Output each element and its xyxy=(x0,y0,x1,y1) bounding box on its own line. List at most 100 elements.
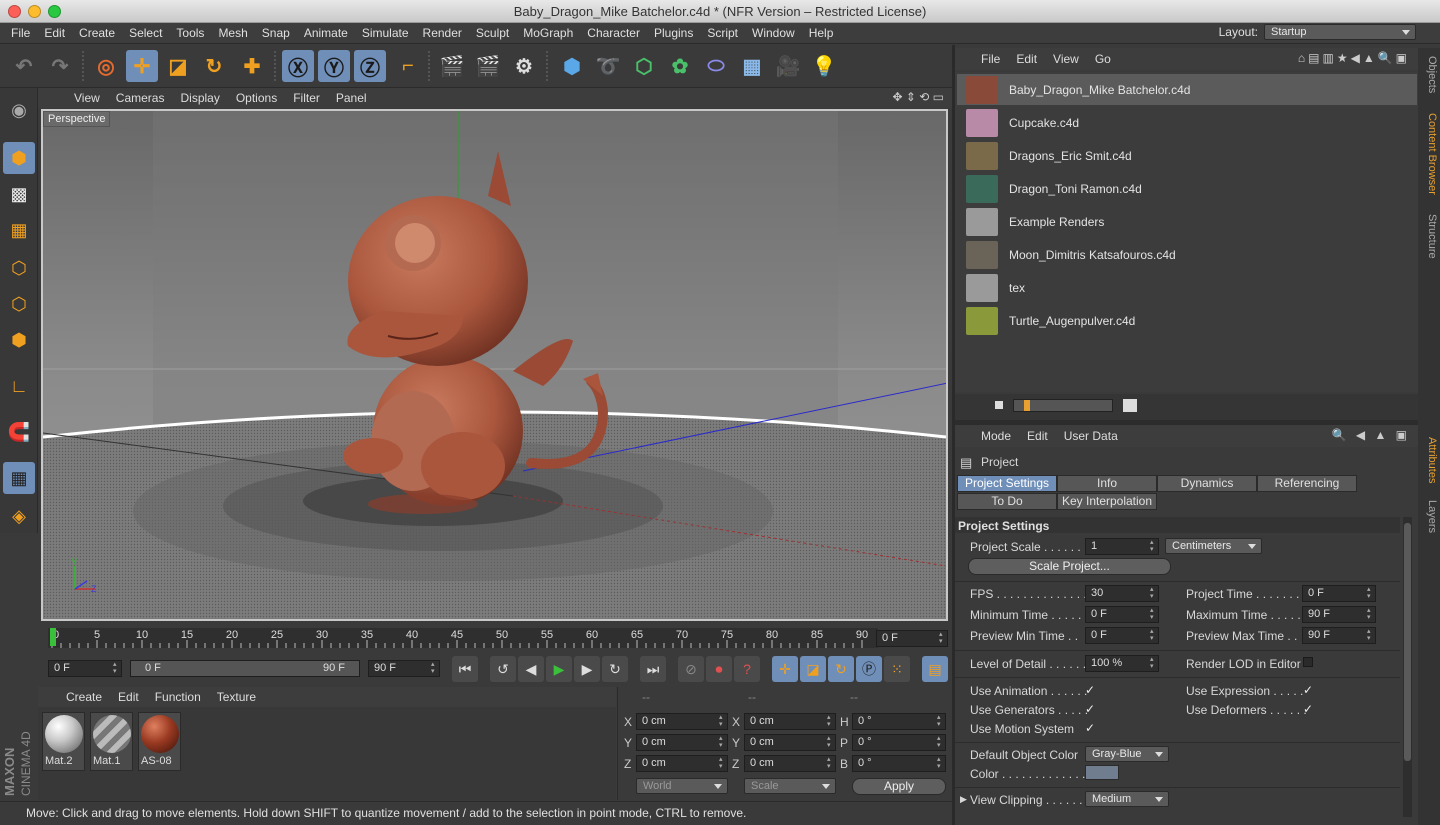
menu-script[interactable]: Script xyxy=(700,23,745,44)
playhead[interactable] xyxy=(50,628,56,646)
coordinate-system-dropdown[interactable]: World xyxy=(636,778,728,794)
attributes-scrollbar[interactable] xyxy=(1403,517,1412,817)
recent-tool-icon[interactable]: ✚ xyxy=(236,50,268,82)
tab-layers[interactable]: Layers xyxy=(1420,496,1438,536)
menu-mograph[interactable]: MoGraph xyxy=(516,23,580,44)
list-item[interactable]: tex xyxy=(957,272,1417,303)
viewport-menu-cameras[interactable]: Cameras xyxy=(108,91,173,105)
edges-mode-icon[interactable]: ⬡ xyxy=(3,288,35,320)
list-item[interactable]: Moon_Dimitris Katsafouros.c4d xyxy=(957,239,1417,270)
list-item[interactable]: Example Renders xyxy=(957,206,1417,237)
points-mode-icon[interactable]: ⬡ xyxy=(3,252,35,284)
viewport-menu-view[interactable]: View xyxy=(66,91,108,105)
key-parameter-icon[interactable]: Ⓟ xyxy=(856,656,882,682)
menu-select[interactable]: Select xyxy=(122,23,169,44)
default-object-color-dropdown[interactable]: Gray-Blue xyxy=(1085,746,1169,762)
render-picture-viewer-icon[interactable]: 🎬 xyxy=(472,50,504,82)
subdivision-surface-icon[interactable]: ⬡ xyxy=(628,50,660,82)
locked-workplane-icon[interactable]: ▦ xyxy=(3,462,35,494)
next-key-icon[interactable]: ↻ xyxy=(602,656,628,682)
record-position-icon[interactable]: ⊘ xyxy=(678,656,704,682)
menu-window[interactable]: Window xyxy=(745,23,802,44)
use-expression-checkbox[interactable]: ✓ xyxy=(1303,684,1315,696)
tab-referencing[interactable]: Referencing xyxy=(1257,475,1357,492)
x-axis-lock-icon[interactable]: Ⓧ xyxy=(282,50,314,82)
light-icon[interactable]: 💡 xyxy=(808,50,840,82)
viewport-navigation-icons[interactable]: ✥ ⇕ ⟲ ▭ xyxy=(892,90,944,104)
cb-menu-file[interactable]: File xyxy=(973,52,1008,66)
menu-plugins[interactable]: Plugins xyxy=(647,23,700,44)
list-item[interactable]: Dragons_Eric Smit.c4d xyxy=(957,140,1417,171)
minimum-time-field[interactable]: 0 F xyxy=(1085,606,1159,623)
model-mode-icon[interactable]: ⬢ xyxy=(3,142,35,174)
size-z-field[interactable]: 0 cm xyxy=(744,755,836,772)
menu-simulate[interactable]: Simulate xyxy=(355,23,416,44)
end-frame-field[interactable]: 90 F xyxy=(368,660,440,677)
cloner-icon[interactable]: ✿ xyxy=(664,50,696,82)
layout-dropdown[interactable]: Startup xyxy=(1264,24,1416,40)
tab-objects[interactable]: Objects xyxy=(1420,50,1438,100)
floor-icon[interactable]: ▦ xyxy=(736,50,768,82)
deformer-icon[interactable]: ⬭ xyxy=(700,50,732,82)
tab-to-do[interactable]: To Do xyxy=(957,493,1057,510)
material-swatch[interactable]: Mat.2 xyxy=(42,712,85,771)
render-lod-checkbox[interactable] xyxy=(1303,657,1313,667)
rotation-p-field[interactable]: 0 ° xyxy=(852,734,946,751)
redo-icon[interactable]: ↷ xyxy=(44,50,76,82)
workplane-mode-icon[interactable]: ▦ xyxy=(3,214,35,246)
preview-range-slider[interactable]: 0 F 90 F xyxy=(130,660,360,677)
menu-character[interactable]: Character xyxy=(580,23,647,44)
menu-mesh[interactable]: Mesh xyxy=(211,23,254,44)
undo-icon[interactable]: ↶ xyxy=(8,50,40,82)
size-y-field[interactable]: 0 cm xyxy=(744,734,836,751)
tab-info[interactable]: Info xyxy=(1057,475,1157,492)
material-menu-function[interactable]: Function xyxy=(147,690,209,704)
key-rotation-icon[interactable]: ↻ xyxy=(828,656,854,682)
tab-dynamics[interactable]: Dynamics xyxy=(1157,475,1257,492)
material-menu-create[interactable]: Create xyxy=(58,690,110,704)
go-to-start-icon[interactable]: ⏮ xyxy=(452,656,478,682)
cb-menu-view[interactable]: View xyxy=(1045,52,1087,66)
thumbnail-size-slider[interactable] xyxy=(1013,399,1113,412)
menu-file[interactable]: File xyxy=(4,23,37,44)
expand-arrow-icon[interactable]: ▶ xyxy=(960,794,967,805)
key-point-level-icon[interactable]: ⁙ xyxy=(884,656,910,682)
texture-mode-icon[interactable]: ▩ xyxy=(3,178,35,210)
preview-max-time-field[interactable]: 90 F xyxy=(1302,627,1376,644)
size-x-field[interactable]: 0 cm xyxy=(744,713,836,730)
material-swatch[interactable]: Mat.1 xyxy=(90,712,133,771)
rotation-b-field[interactable]: 0 ° xyxy=(852,755,946,772)
spline-icon[interactable]: ➰ xyxy=(592,50,624,82)
z-axis-lock-icon[interactable]: Ⓩ xyxy=(354,50,386,82)
size-mode-dropdown[interactable]: Scale xyxy=(744,778,836,794)
list-item[interactable]: Dragon_Toni Ramon.c4d xyxy=(957,173,1417,204)
fps-field[interactable]: 30 xyxy=(1085,585,1159,602)
use-generators-checkbox[interactable]: ✓ xyxy=(1085,703,1097,715)
view-clipping-dropdown[interactable]: Medium xyxy=(1085,791,1169,807)
tab-project-settings[interactable]: Project Settings xyxy=(957,475,1057,492)
key-scale-icon[interactable]: ◪ xyxy=(800,656,826,682)
minimize-window-button[interactable] xyxy=(28,5,41,18)
camera-icon[interactable]: 🎥 xyxy=(772,50,804,82)
scale-tool-icon[interactable]: ◪ xyxy=(162,50,194,82)
menu-help[interactable]: Help xyxy=(802,23,841,44)
y-axis-lock-icon[interactable]: Ⓨ xyxy=(318,50,350,82)
render-settings-icon[interactable]: ⚙ xyxy=(508,50,540,82)
go-to-end-icon[interactable]: ⏭ xyxy=(640,656,666,682)
position-z-field[interactable]: 0 cm xyxy=(636,755,728,772)
color-swatch[interactable] xyxy=(1085,765,1119,780)
attr-menu-edit[interactable]: Edit xyxy=(1019,429,1056,443)
tab-key-interpolation[interactable]: Key Interpolation xyxy=(1057,493,1157,510)
snap-icon[interactable]: 🧲 xyxy=(3,416,35,448)
current-frame-field[interactable]: 0 F xyxy=(876,630,948,647)
scrollbar-thumb[interactable] xyxy=(1404,523,1411,761)
axis-mode-icon[interactable]: ∟ xyxy=(3,370,35,402)
menu-sculpt[interactable]: Sculpt xyxy=(469,23,516,44)
use-animation-checkbox[interactable]: ✓ xyxy=(1085,684,1097,696)
list-item[interactable]: Cupcake.c4d xyxy=(957,107,1417,138)
make-editable-icon[interactable]: ◉ xyxy=(3,94,35,126)
polygons-mode-icon[interactable]: ⬢ xyxy=(3,324,35,356)
timeline-ruler[interactable]: 051015202530354045505560657075808590 0 F xyxy=(38,624,952,652)
coordinate-system-icon[interactable]: ⌐ xyxy=(392,50,424,82)
material-menu-edit[interactable]: Edit xyxy=(110,690,147,704)
